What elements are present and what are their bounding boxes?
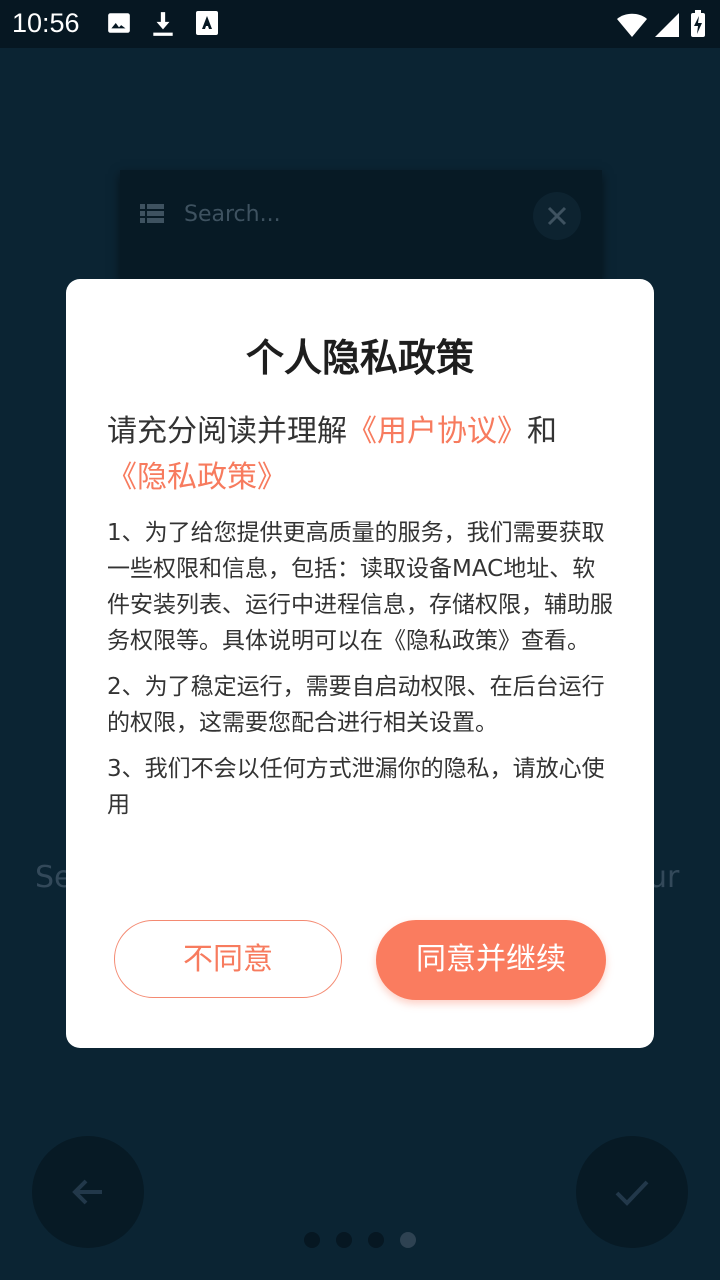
dialog-body: 1、为了给您提供更高质量的服务，我们需要获取一些权限和信息，包括：读取设备MAC… — [107, 515, 617, 833]
dialog-paragraph-1: 1、为了给您提供更高质量的服务，我们需要获取一些权限和信息，包括：读取设备MAC… — [107, 520, 613, 654]
dialog-subtitle: 请充分阅读并理解《用户协议》和《隐私政策》 — [107, 409, 617, 501]
subtitle-prefix: 请充分阅读并理解 — [107, 414, 347, 449]
disagree-button[interactable]: 不同意 — [114, 920, 342, 998]
privacy-policy-link[interactable]: 《隐私政策》 — [107, 460, 287, 495]
privacy-dialog: 个人隐私政策 请充分阅读并理解《用户协议》和《隐私政策》 1、为了给您提供更高质… — [66, 279, 654, 1048]
dialog-paragraph-2: 2、为了稳定运行，需要自启动权限、在后台运行的权限，这需要您配合进行相关设置。 — [107, 674, 605, 736]
subtitle-and: 和 — [527, 414, 557, 449]
dialog-paragraph-3: 3、我们不会以任何方式泄漏你的隐私，请放心使用 — [107, 756, 605, 818]
agree-continue-button[interactable]: 同意并继续 — [376, 920, 606, 1000]
user-agreement-link[interactable]: 《用户协议》 — [347, 414, 527, 449]
dialog-title: 个人隐私政策 — [245, 336, 474, 380]
